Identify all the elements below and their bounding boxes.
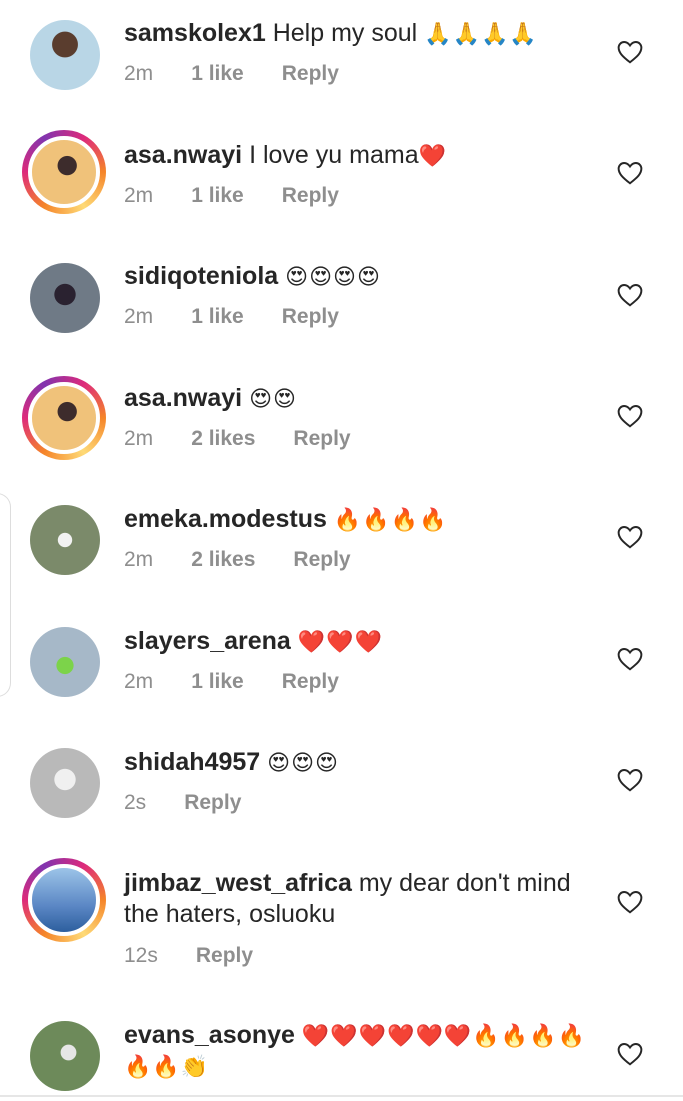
heart-outline-icon[interactable] (617, 1042, 643, 1066)
comment-body: I love yu mama (242, 141, 419, 169)
heart-outline-icon[interactable] (617, 647, 643, 671)
comment-username[interactable]: evans_asonye (124, 1021, 295, 1049)
comment-body: Help my soul (265, 19, 425, 47)
comment-text: slayers_arena ❤️❤️❤️ (124, 626, 594, 657)
heart-outline-icon[interactable] (617, 525, 643, 549)
comment-likes[interactable]: 2 likes (191, 548, 255, 572)
comment-text: asa.nwayi I love yu mama❤️ (124, 140, 594, 171)
comment-time: 12s (124, 944, 158, 967)
bottom-divider (0, 1095, 683, 1097)
side-panel-tab[interactable] (0, 493, 11, 697)
avatar[interactable] (30, 627, 100, 697)
comment-text: asa.nwayi 😍😍 (124, 383, 594, 414)
comment-likes[interactable]: 2 likes (191, 427, 255, 451)
reply-button[interactable]: Reply (282, 670, 339, 694)
comment-username[interactable]: asa.nwayi (124, 384, 242, 412)
comment-emoji: 😍😍 (249, 386, 297, 411)
reply-button[interactable]: Reply (196, 944, 253, 968)
reply-button[interactable]: Reply (293, 548, 350, 572)
comment-time: 2m (124, 670, 154, 693)
avatar[interactable] (30, 20, 100, 90)
avatar[interactable] (22, 130, 106, 214)
comment-time: 2m (124, 548, 154, 571)
heart-outline-icon[interactable] (617, 890, 643, 914)
comment-username[interactable]: emeka.modestus (124, 505, 327, 533)
comment-emoji: 😍😍😍😍 (285, 264, 381, 289)
comment-time: 2m (124, 184, 154, 207)
comment-text: sidiqoteniola 😍😍😍😍 (124, 261, 594, 292)
comment-time: 2m (124, 305, 154, 328)
comment-emoji: ❤️❤️❤️ (297, 629, 383, 654)
heart-outline-icon[interactable] (617, 161, 643, 185)
comment-time: 2s (124, 791, 147, 814)
comment-emoji: 😍😍😍 (267, 750, 339, 775)
comment-text: evans_asonye ❤️❤️❤️❤️❤️❤️🔥🔥🔥🔥🔥🔥👏 (124, 1020, 594, 1082)
reply-button[interactable]: Reply (282, 305, 339, 329)
comment-body (291, 627, 298, 655)
comment-body (295, 1021, 302, 1049)
reply-button[interactable]: Reply (282, 62, 339, 86)
reply-button[interactable]: Reply (293, 427, 350, 451)
comment-text: shidah4957 😍😍😍 (124, 747, 594, 778)
avatar[interactable] (30, 748, 100, 818)
comment-time: 2m (124, 427, 154, 450)
comment-emoji: ❤️ (418, 143, 447, 168)
comment-emoji: 🔥🔥🔥🔥 (333, 507, 448, 532)
comment-body (327, 505, 334, 533)
avatar[interactable] (30, 505, 100, 575)
avatar[interactable] (30, 263, 100, 333)
comment-emoji: 🙏🙏🙏🙏 (424, 21, 538, 46)
comment-likes[interactable]: 1 like (191, 305, 244, 329)
comment-username[interactable]: slayers_arena (124, 627, 291, 655)
heart-outline-icon[interactable] (617, 404, 643, 428)
comment-username[interactable]: asa.nwayi (124, 141, 242, 169)
comment-text: emeka.modestus 🔥🔥🔥🔥 (124, 504, 594, 535)
avatar[interactable] (22, 376, 106, 460)
avatar[interactable] (30, 1021, 100, 1091)
comment-username[interactable]: sidiqoteniola (124, 262, 278, 290)
avatar[interactable] (22, 858, 106, 942)
comment-text: samskolex1 Help my soul 🙏🙏🙏🙏 (124, 18, 594, 49)
comment-likes[interactable]: 1 like (191, 62, 244, 86)
comment-username[interactable]: shidah4957 (124, 748, 260, 776)
comment-time: 2m (124, 62, 154, 85)
comment-likes[interactable]: 1 like (191, 184, 244, 208)
reply-button[interactable]: Reply (184, 791, 241, 815)
heart-outline-icon[interactable] (617, 768, 643, 792)
comment-likes[interactable]: 1 like (191, 670, 244, 694)
heart-outline-icon[interactable] (617, 40, 643, 64)
heart-outline-icon[interactable] (617, 283, 643, 307)
reply-button[interactable]: Reply (282, 184, 339, 208)
comment-text: jimbaz_west_africa my dear don't mind th… (124, 868, 594, 930)
comment-username[interactable]: samskolex1 (124, 19, 266, 47)
comment-username[interactable]: jimbaz_west_africa (124, 869, 352, 897)
